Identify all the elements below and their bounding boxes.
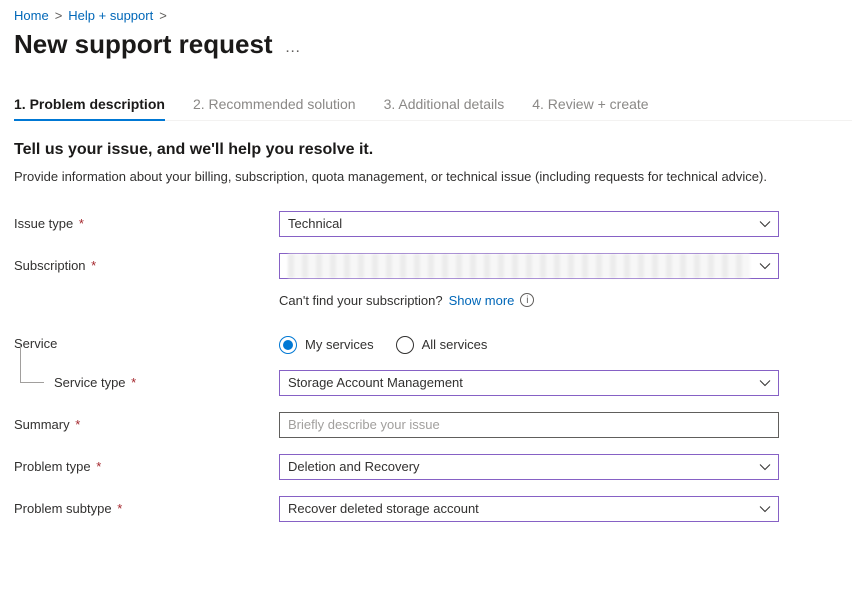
label-issue-type: Issue type	[14, 216, 73, 231]
problem-type-value: Deletion and Recovery	[288, 459, 420, 474]
tab-additional-details[interactable]: 3. Additional details	[384, 96, 505, 120]
breadcrumb-help-support[interactable]: Help + support	[68, 8, 153, 23]
required-marker: *	[131, 375, 136, 390]
radio-all-services-label: All services	[422, 337, 488, 352]
breadcrumb: Home > Help + support >	[14, 8, 852, 23]
label-subscription: Subscription	[14, 258, 86, 273]
section-heading: Tell us your issue, and we'll help you r…	[14, 141, 852, 159]
required-marker: *	[79, 216, 84, 231]
problem-subtype-select[interactable]: Recover deleted storage account	[279, 496, 779, 522]
problem-type-select[interactable]: Deletion and Recovery	[279, 454, 779, 480]
tree-connector-icon	[20, 345, 44, 383]
radio-my-services[interactable]: My services	[279, 336, 374, 354]
service-type-value: Storage Account Management	[288, 375, 463, 390]
issue-type-select[interactable]: Technical	[279, 211, 779, 237]
radio-my-services-label: My services	[305, 337, 374, 352]
show-more-link[interactable]: Show more	[449, 293, 515, 308]
step-tabs: 1. Problem description 2. Recommended so…	[14, 96, 852, 121]
subscription-hint-text: Can't find your subscription?	[279, 293, 443, 308]
label-summary: Summary	[14, 417, 70, 432]
label-problem-type: Problem type	[14, 459, 91, 474]
subscription-select[interactable]	[279, 253, 779, 279]
subscription-value-redacted	[288, 254, 750, 278]
radio-all-services[interactable]: All services	[396, 336, 488, 354]
required-marker: *	[96, 459, 101, 474]
radio-unchecked-icon	[396, 336, 414, 354]
breadcrumb-sep-2: >	[159, 8, 167, 23]
problem-subtype-value: Recover deleted storage account	[288, 501, 479, 516]
label-problem-subtype: Problem subtype	[14, 501, 112, 516]
tab-recommended-solution[interactable]: 2. Recommended solution	[193, 96, 356, 120]
breadcrumb-sep-1: >	[55, 8, 63, 23]
info-icon[interactable]: i	[520, 293, 534, 307]
required-marker: *	[117, 501, 122, 516]
page-title: New support request	[14, 29, 273, 60]
more-actions-icon[interactable]: …	[285, 33, 303, 57]
issue-type-value: Technical	[288, 216, 342, 231]
label-service-type: Service type	[54, 375, 126, 390]
tab-problem-description[interactable]: 1. Problem description	[14, 96, 165, 120]
required-marker: *	[75, 417, 80, 432]
summary-input[interactable]	[279, 412, 779, 438]
required-marker: *	[91, 258, 96, 273]
tab-review-create[interactable]: 4. Review + create	[532, 96, 648, 120]
radio-checked-icon	[279, 336, 297, 354]
breadcrumb-home[interactable]: Home	[14, 8, 49, 23]
section-subtext: Provide information about your billing, …	[14, 167, 814, 187]
service-type-select[interactable]: Storage Account Management	[279, 370, 779, 396]
